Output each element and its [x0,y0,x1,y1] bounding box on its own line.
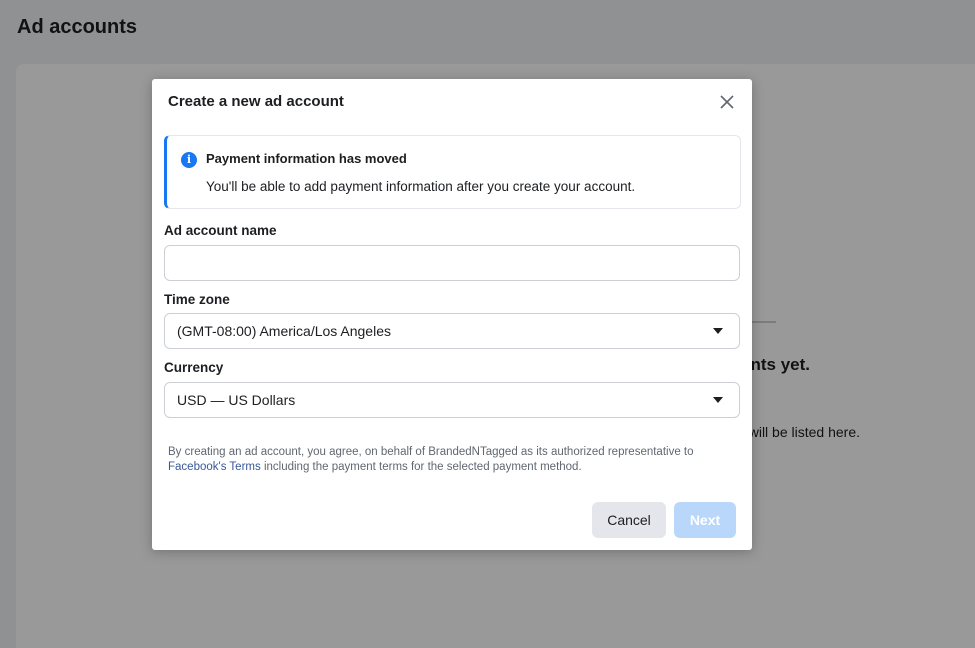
payment-notice: i Payment information has moved You'll b… [164,135,741,209]
terms-suffix: including the payment terms for the sele… [260,461,582,473]
info-icon: i [181,152,197,168]
close-icon [720,95,734,109]
ad-account-name-field-wrapper [164,245,740,281]
close-button[interactable] [717,92,737,112]
currency-select[interactable]: USD — US Dollars [164,382,740,418]
notice-body: You'll be able to add payment informatio… [206,179,636,194]
terms-text: By creating an ad account, you agree, on… [168,445,738,475]
ad-account-name-input[interactable] [165,246,739,280]
ad-account-name-label: Ad account name [164,223,277,238]
currency-value: USD — US Dollars [177,392,296,408]
caret-down-icon [713,328,723,334]
terms-prefix: By creating an ad account, you agree, on… [168,446,694,458]
time-zone-value: (GMT-08:00) America/Los Angeles [177,323,391,339]
caret-down-icon [713,397,723,403]
notice-title: Payment information has moved [206,151,407,166]
dialog-title: Create a new ad account [168,93,344,110]
next-button[interactable]: Next [674,502,736,538]
currency-label: Currency [164,360,224,375]
time-zone-select[interactable]: (GMT-08:00) America/Los Angeles [164,313,740,349]
facebook-terms-link[interactable]: Facebook's Terms [168,461,261,473]
cancel-button[interactable]: Cancel [592,502,666,538]
time-zone-label: Time zone [164,292,230,307]
create-ad-account-dialog: Create a new ad account i Payment inform… [152,79,752,550]
